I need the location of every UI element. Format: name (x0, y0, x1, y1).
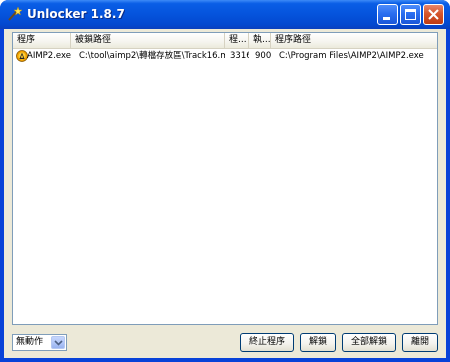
cell-locked-path: C:\tool\aimp2\轉檔存放區\Track16.mp3 (79, 51, 225, 61)
column-header-process[interactable]: 程序 (13, 33, 71, 48)
magic-wand-icon (8, 6, 22, 21)
client-area: 程序 被鎖路徑 程... 執... 程序路徑 AIMP2.exe C:\tool… (4, 29, 446, 358)
window-frame-bottom (0, 358, 450, 362)
action-select-value: 無動作 (16, 337, 44, 347)
table-row[interactable]: AIMP2.exe C:\tool\aimp2\轉檔存放區\Track16.mp… (13, 49, 437, 63)
maximize-button[interactable] (400, 4, 421, 25)
column-header-locked-path[interactable]: 被鎖路徑 (71, 33, 225, 48)
action-select[interactable]: 無動作 (12, 334, 67, 351)
process-list[interactable]: 程序 被鎖路徑 程... 執... 程序路徑 AIMP2.exe C:\tool… (12, 32, 438, 325)
quit-button[interactable]: 離開 (402, 333, 438, 352)
chevron-down-icon (54, 340, 63, 346)
kill-process-button[interactable]: 終止程序 (240, 333, 294, 352)
maximize-icon (405, 9, 416, 20)
column-header-process-path[interactable]: 程序路徑 (271, 33, 437, 48)
title-bar[interactable]: Unlocker 1.8.7 (0, 0, 450, 29)
close-button[interactable] (423, 4, 444, 25)
column-header-handle[interactable]: 執... (249, 33, 271, 48)
unlocker-window: Unlocker 1.8.7 程序 被鎖路徑 程... 執... 程序路徑 AI… (0, 0, 450, 362)
dropdown-button[interactable] (51, 336, 65, 349)
cell-process: AIMP2.exe (27, 51, 71, 61)
minimize-button[interactable] (377, 4, 398, 25)
unlock-button[interactable]: 解鎖 (300, 333, 336, 352)
cell-handle: 900 (255, 51, 271, 61)
minimize-icon (383, 17, 390, 20)
window-title: Unlocker 1.8.7 (27, 7, 125, 21)
unlock-all-button[interactable]: 全部解鎖 (342, 333, 396, 352)
list-header: 程序 被鎖路徑 程... 執... 程序路徑 (13, 33, 437, 49)
close-icon (428, 9, 439, 20)
cell-process-path: C:\Program Files\AIMP2\AIMP2.exe (279, 51, 424, 61)
column-header-pid[interactable]: 程... (225, 33, 249, 48)
cell-pid: 3316 (230, 51, 249, 61)
